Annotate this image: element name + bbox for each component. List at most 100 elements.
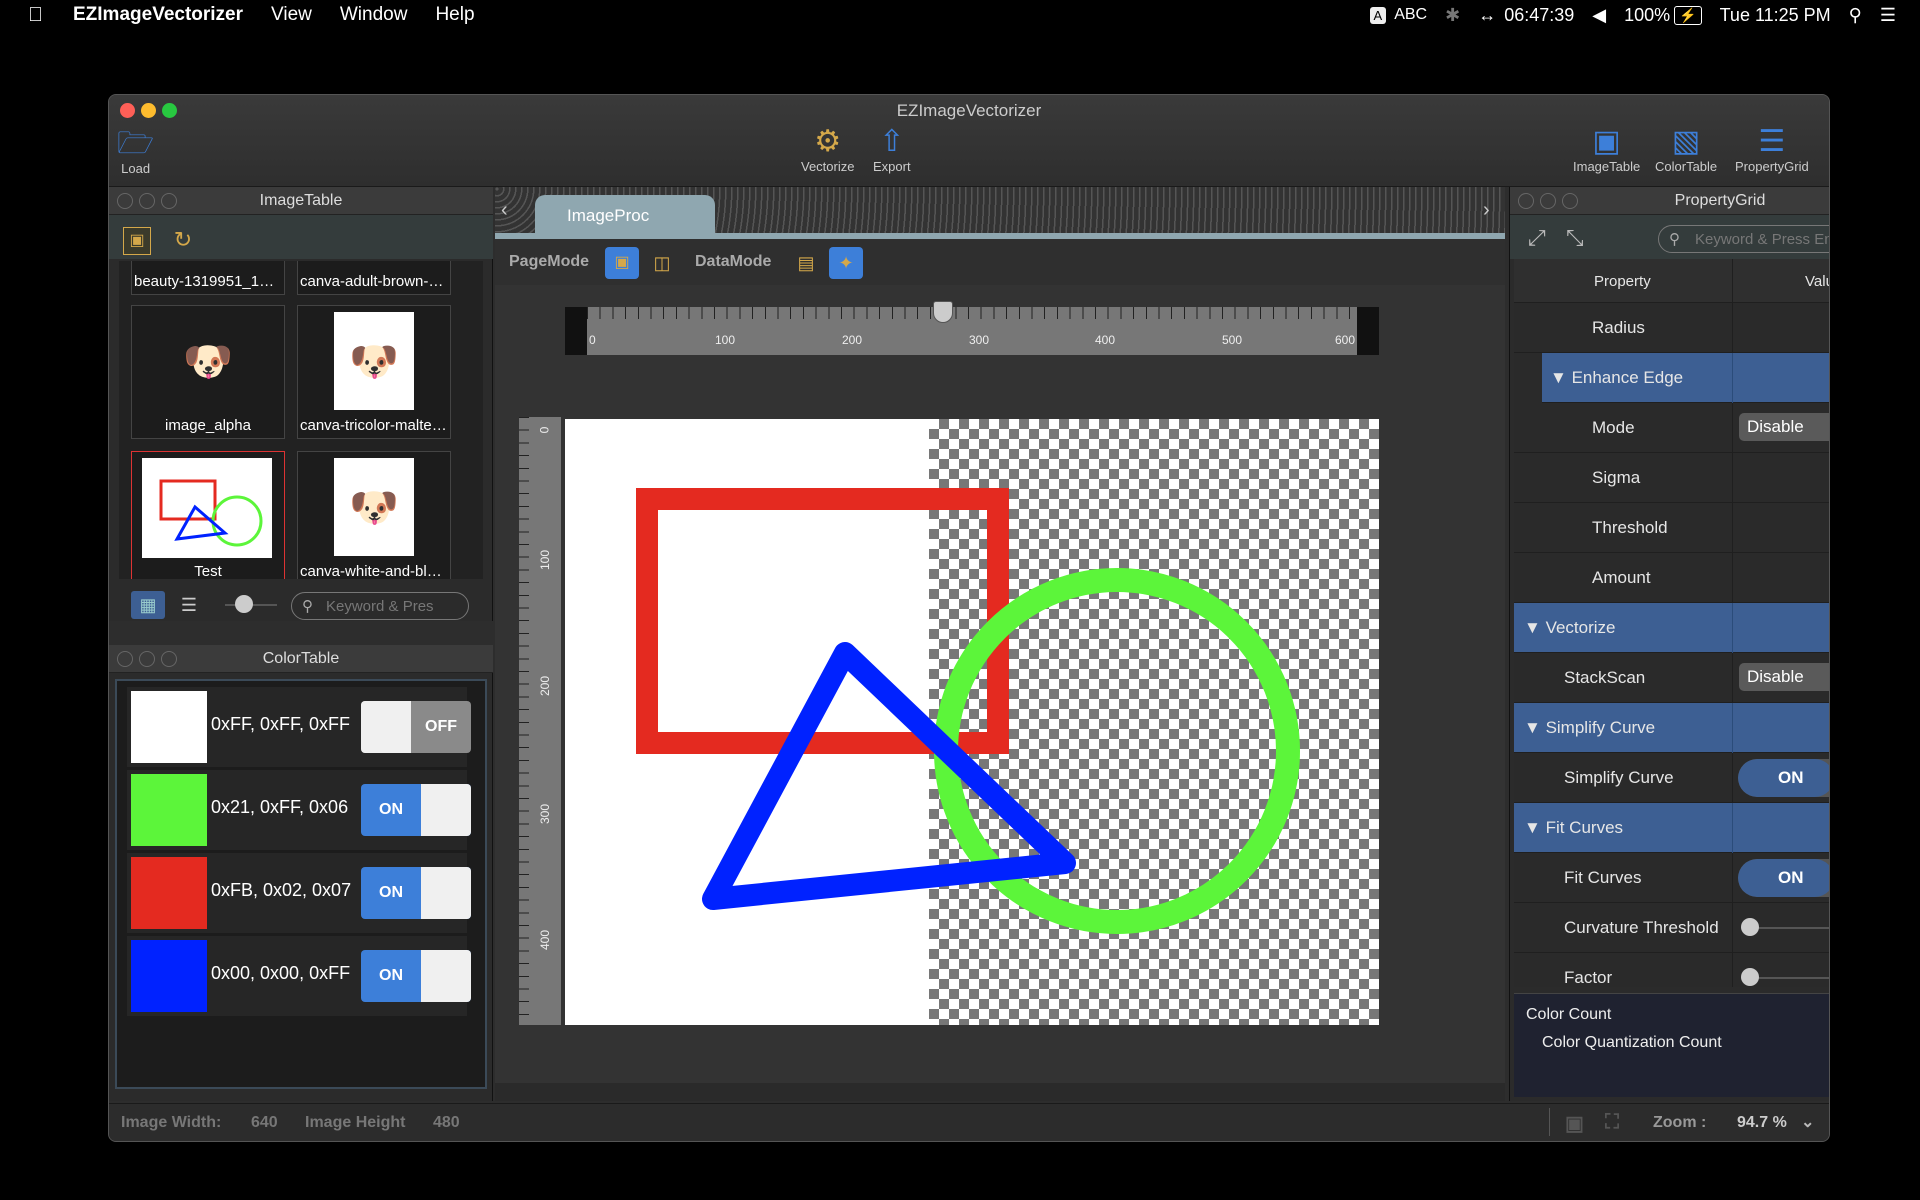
- property-value-cell[interactable]: 10 ▲▼: [1732, 503, 1829, 553]
- color-toggle-on[interactable]: ON: [361, 784, 471, 836]
- property-value-cell[interactable]: Disable▲▼: [1732, 403, 1829, 453]
- property-row-simplify-curve[interactable]: Simplify Curve ON: [1514, 753, 1829, 803]
- curvature-threshold-slider[interactable]: [1741, 918, 1829, 936]
- spotlight-search-icon[interactable]: ⚲: [1849, 5, 1862, 26]
- timer-text[interactable]: 06:47:39: [1504, 5, 1574, 26]
- color-row[interactable]: 0xFB, 0x02, 0x07 ON: [127, 853, 471, 933]
- battery-icon[interactable]: ⚡: [1674, 5, 1702, 25]
- network-icon[interactable]: ↔: [1478, 5, 1496, 26]
- control-center-icon[interactable]: ☰: [1880, 5, 1896, 26]
- disclosure-triangle-icon[interactable]: ▼: [1524, 818, 1541, 837]
- input-source-label[interactable]: ABC: [1394, 6, 1427, 24]
- slider-handle[interactable]: [1741, 968, 1759, 986]
- panel-window-controls[interactable]: [117, 651, 177, 667]
- property-value-cell[interactable]: ON: [1732, 853, 1829, 903]
- bluetooth-icon[interactable]: ✱: [1445, 5, 1460, 26]
- load-button[interactable]: 🗁 Load: [117, 127, 154, 176]
- vertical-ruler[interactable]: 0 100 200 300 400: [519, 417, 561, 1025]
- collapse-all-icon[interactable]: ⤡: [1566, 225, 1584, 251]
- zoom-dropdown-chevron-icon[interactable]: ⌄: [1801, 1112, 1814, 1132]
- property-row-curvature-threshold[interactable]: Curvature Threshold: [1514, 903, 1829, 953]
- color-row[interactable]: 0x21, 0xFF, 0x06 ON: [127, 770, 471, 850]
- tab-scroll-left-icon[interactable]: ‹: [501, 199, 508, 222]
- clock-text[interactable]: Tue 11:25 PM: [1720, 5, 1831, 26]
- property-row-radius[interactable]: Radius 3 ▲▼: [1514, 303, 1829, 353]
- stackscan-dropdown[interactable]: Disable▲▼: [1739, 663, 1829, 691]
- slider-handle[interactable]: [235, 595, 253, 613]
- menu-help[interactable]: Help: [435, 4, 474, 26]
- property-row-amount[interactable]: Amount 100 ▲▼: [1514, 553, 1829, 603]
- disclosure-triangle-icon[interactable]: ▼: [1524, 618, 1541, 637]
- tab-scroll-right-icon[interactable]: ›: [1483, 199, 1490, 222]
- list-view-icon[interactable]: ☰: [175, 591, 203, 619]
- thumbnail-canva-white-black[interactable]: 🐶 canva-white-and-black-...: [297, 451, 451, 579]
- vector-mode-button[interactable]: ✦: [829, 247, 863, 279]
- property-row-fit-curves[interactable]: Fit Curves ON: [1514, 853, 1829, 903]
- thumbnail-canva-tricolor[interactable]: 🐶 canva-tricolor-maltese-...: [297, 305, 451, 439]
- fit-actual-size-icon[interactable]: ▣: [1565, 1111, 1584, 1136]
- battery-text[interactable]: 100%: [1624, 5, 1670, 26]
- expand-all-icon[interactable]: ⤢: [1528, 225, 1546, 251]
- property-value-cell[interactable]: Disable▲▼: [1732, 653, 1829, 703]
- color-toggle-on[interactable]: ON: [361, 950, 471, 1002]
- property-value-cell[interactable]: 3 ▲▼: [1732, 303, 1829, 353]
- tab-imageproc[interactable]: ImageProc: [535, 195, 715, 237]
- group-enhance-edge[interactable]: ▼ Enhance Edge: [1542, 353, 1829, 403]
- refresh-icon[interactable]: ↻: [169, 227, 197, 255]
- group-fit-curves[interactable]: ▼ Fit Curves: [1514, 803, 1829, 853]
- property-value-cell[interactable]: 100 ▲▼: [1732, 553, 1829, 603]
- horizontal-ruler[interactable]: 0 100 200 300 400 500 600: [565, 301, 1379, 355]
- input-source-icon[interactable]: A: [1369, 6, 1387, 24]
- thumbnail-image-alpha[interactable]: 🐶 image_alpha: [131, 305, 285, 439]
- property-row-stackscan[interactable]: StackScan Disable▲▼: [1514, 653, 1829, 703]
- fit-window-icon[interactable]: ⛶: [1605, 1111, 1619, 1134]
- property-value-cell[interactable]: [1732, 903, 1829, 953]
- propertygrid-toggle-button[interactable]: ☰ PropertyGrid: [1735, 125, 1809, 174]
- menu-app-name[interactable]: EZImageVectorizer: [73, 4, 243, 26]
- property-row-sigma[interactable]: Sigma 20 ▲▼: [1514, 453, 1829, 503]
- factor-slider[interactable]: [1741, 968, 1829, 986]
- thumbnail-canva-adult[interactable]: canva-adult-brown-dac...: [297, 261, 451, 295]
- imagetable-toggle-button[interactable]: ▣ ImageTable: [1573, 125, 1640, 174]
- thumbnail-size-slider[interactable]: [225, 595, 277, 613]
- image-search-field[interactable]: ⚲ Keyword & Pres: [291, 592, 469, 620]
- group-vectorize[interactable]: ▼ Vectorize: [1514, 603, 1829, 653]
- color-row[interactable]: 0xFF, 0xFF, 0xFF OFF: [127, 687, 471, 767]
- split-page-button[interactable]: ◫: [645, 247, 679, 279]
- property-value-cell[interactable]: 20 ▲▼: [1732, 453, 1829, 503]
- add-image-button[interactable]: ▣: [123, 227, 151, 255]
- slider-handle[interactable]: [1741, 918, 1759, 936]
- colortable-toggle-button[interactable]: ▧ ColorTable: [1655, 125, 1717, 174]
- raster-mode-button[interactable]: ▤: [789, 247, 823, 279]
- zoom-value[interactable]: 94.7 %: [1737, 1114, 1787, 1132]
- apple-icon[interactable]: : [28, 4, 43, 27]
- split-position-handle[interactable]: [933, 301, 953, 323]
- image-canvas-area[interactable]: [565, 419, 1379, 1025]
- menu-window[interactable]: Window: [340, 4, 408, 26]
- simplify-curve-toggle[interactable]: ON: [1738, 759, 1829, 797]
- color-row[interactable]: 0x00, 0x00, 0xFF ON: [127, 936, 471, 1016]
- thumbnail-test[interactable]: Test: [131, 451, 285, 579]
- property-row-mode[interactable]: Mode Disable▲▼: [1514, 403, 1829, 453]
- property-value-cell[interactable]: ON: [1732, 753, 1829, 803]
- property-row-factor[interactable]: Factor: [1514, 953, 1829, 987]
- color-toggle-on[interactable]: ON: [361, 867, 471, 919]
- fit-curves-toggle[interactable]: ON: [1738, 859, 1829, 897]
- vectorize-button[interactable]: ⚙ Vectorize: [801, 125, 854, 174]
- thumbnail-beauty[interactable]: beauty-1319951_1920: [131, 261, 285, 295]
- menu-view[interactable]: View: [271, 4, 312, 26]
- panel-window-controls[interactable]: [117, 193, 177, 209]
- panel-window-controls[interactable]: [1518, 193, 1578, 209]
- volume-icon[interactable]: ◀: [1592, 5, 1606, 26]
- export-button[interactable]: ⇧ Export: [873, 125, 911, 174]
- color-toggle-off[interactable]: OFF: [361, 701, 471, 753]
- property-row-threshold[interactable]: Threshold 10 ▲▼: [1514, 503, 1829, 553]
- property-value-cell[interactable]: [1732, 953, 1829, 987]
- mode-dropdown[interactable]: Disable▲▼: [1739, 413, 1829, 441]
- property-search-field[interactable]: ⚲ Keyword & Press Enter: [1658, 225, 1829, 253]
- disclosure-triangle-icon[interactable]: ▼: [1550, 368, 1567, 387]
- grid-view-button[interactable]: ▦: [131, 591, 165, 619]
- group-simplify-curve[interactable]: ▼ Simplify Curve: [1514, 703, 1829, 753]
- disclosure-triangle-icon[interactable]: ▼: [1524, 718, 1541, 737]
- single-page-button[interactable]: ▣: [605, 247, 639, 279]
